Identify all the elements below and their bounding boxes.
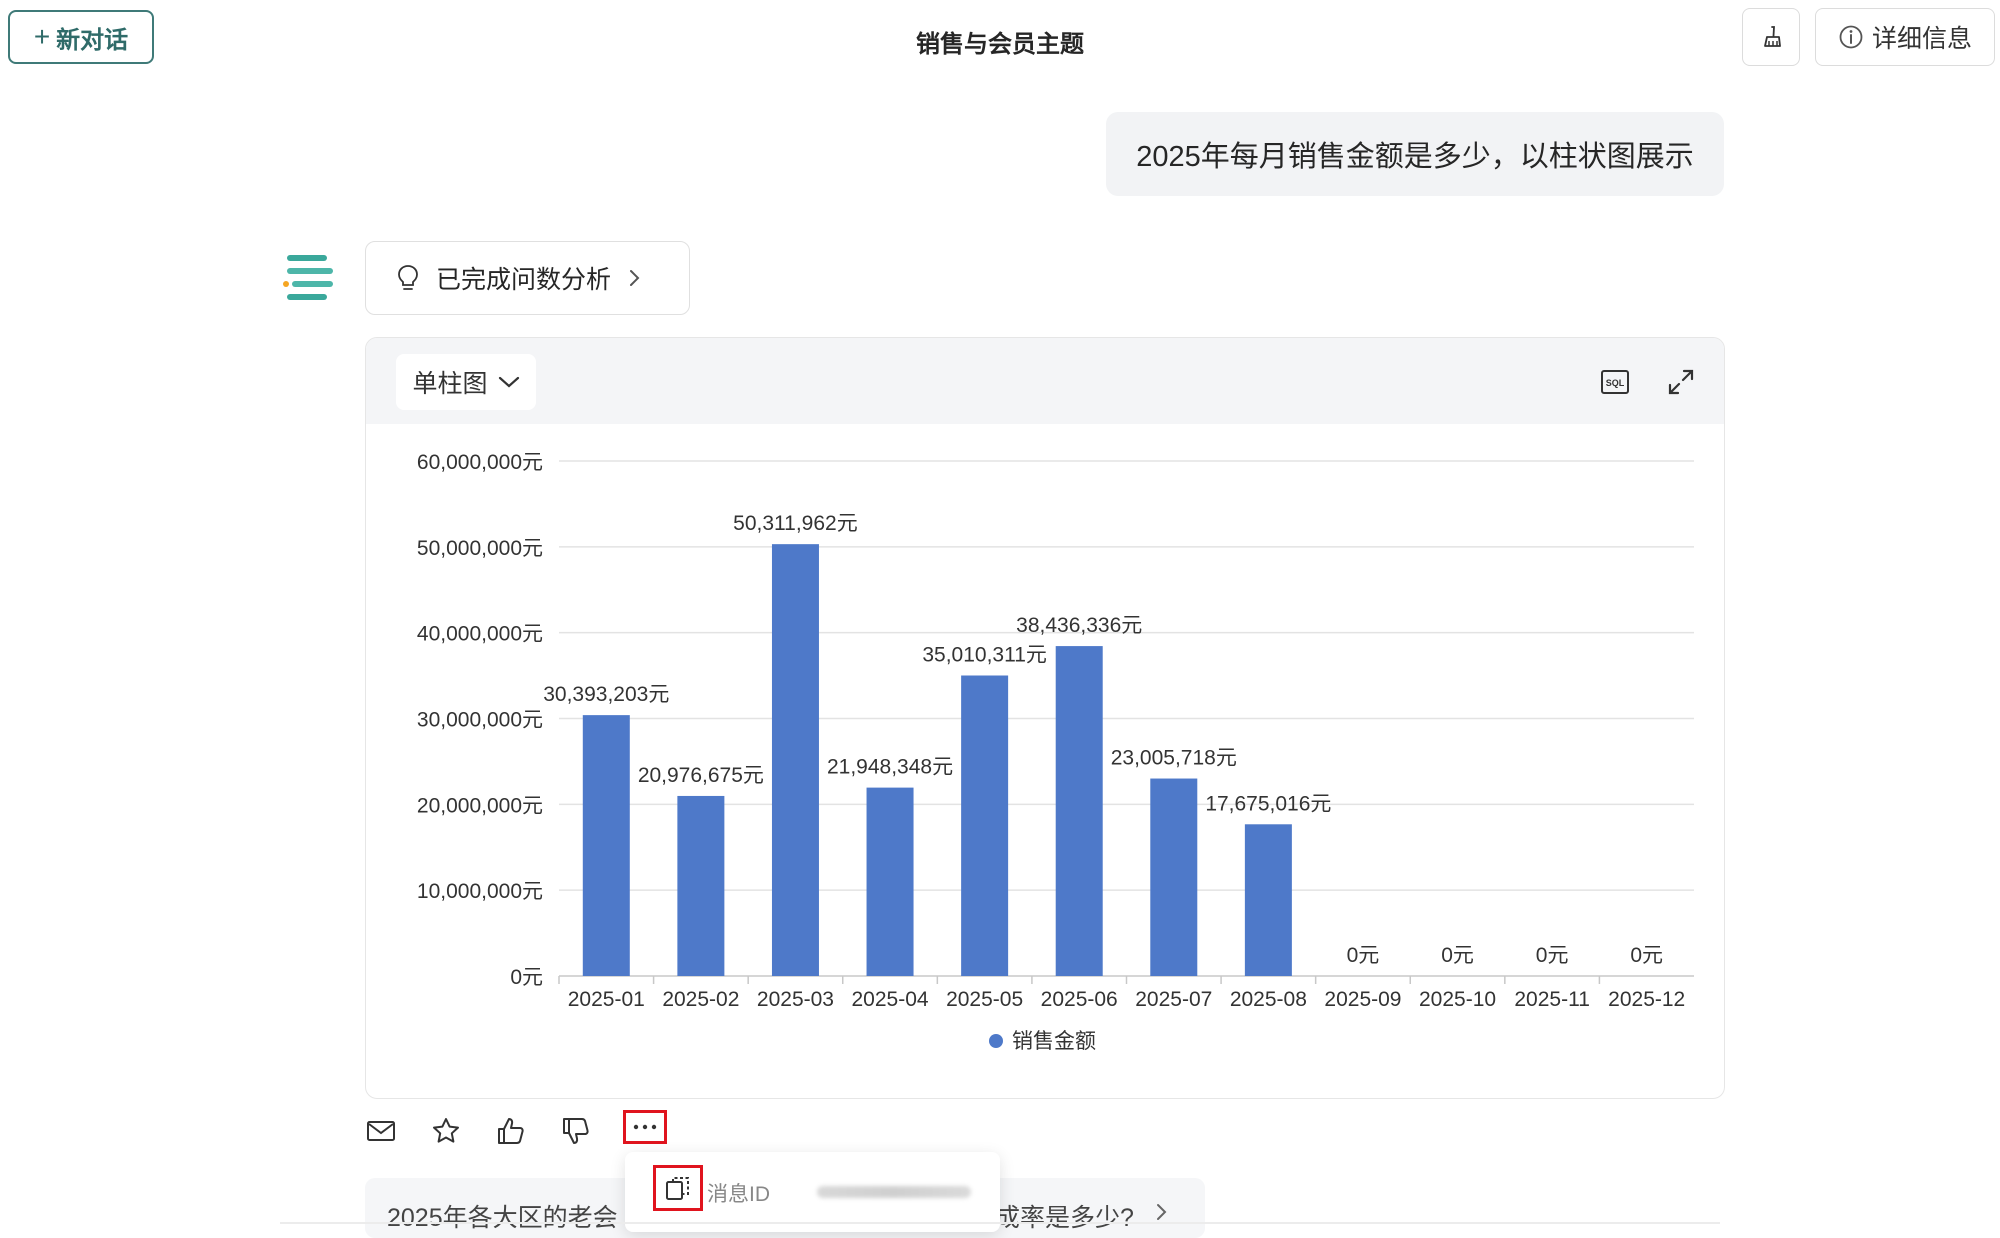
detail-info-button[interactable]: 详细信息: [1815, 8, 1995, 66]
copy-icon: [666, 1177, 689, 1200]
more-dots-icon: [633, 1124, 657, 1130]
input-area-top-border: [280, 1222, 1720, 1224]
bar: [1244, 824, 1292, 976]
broom-icon: [1764, 26, 1781, 47]
bar: [1055, 646, 1103, 976]
more-options-popup: 消息ID: [625, 1152, 1000, 1232]
message-id-label: 消息ID: [707, 1183, 770, 1206]
data-label: 50,311,962元: [733, 512, 858, 535]
thumbs-up-icon[interactable]: [493, 1113, 529, 1149]
chart-card: 单柱图 SQL 0元 10,000,000元 20,000,000元 30,000,0…: [365, 337, 1725, 1099]
lightbulb-icon: [398, 265, 418, 290]
page-title: 销售与会员主题: [916, 31, 1084, 58]
bar: [582, 715, 630, 976]
y-tick-label: 20,000,000元: [417, 794, 543, 817]
data-label: 0元: [1536, 944, 1569, 967]
x-tick-label: 2025-02: [662, 988, 739, 1011]
data-label: 30,393,203元: [543, 683, 669, 706]
data-label: 0元: [1441, 944, 1474, 967]
data-label: 0元: [1347, 944, 1380, 967]
analysis-status-label: 已完成问数分析: [436, 266, 612, 294]
x-tick-label: 2025-03: [757, 988, 834, 1011]
bar: [771, 544, 819, 976]
data-label: 20,976,675元: [638, 764, 764, 787]
x-tick-label: 2025-12: [1608, 988, 1685, 1011]
bar: [961, 675, 1009, 976]
bar: [677, 795, 725, 976]
star-icon[interactable]: [428, 1113, 464, 1149]
y-tick-label: 30,000,000元: [417, 709, 543, 732]
message-id-value-redacted: [817, 1186, 971, 1198]
x-tick-label: 2025-10: [1419, 988, 1496, 1011]
info-icon: [1839, 25, 1863, 49]
x-tick-label: 2025-05: [946, 988, 1023, 1011]
suggested-question-text-left: 2025年各大区的老会: [387, 1204, 618, 1232]
y-tick-label: 60,000,000元: [417, 451, 543, 474]
clear-button[interactable]: [1742, 8, 1800, 66]
y-tick-label: 40,000,000元: [417, 623, 543, 646]
legend-marker: [989, 1034, 1003, 1048]
chevron-right-icon: [630, 270, 640, 286]
data-label: 17,675,016元: [1205, 792, 1331, 815]
y-tick-label: 10,000,000元: [417, 880, 543, 903]
chevron-right-icon: [1157, 1204, 1167, 1220]
x-tick-label: 2025-08: [1230, 988, 1307, 1011]
email-icon[interactable]: [363, 1113, 399, 1149]
copy-button[interactable]: [653, 1165, 703, 1211]
x-tick-label: 2025-06: [1041, 988, 1118, 1011]
y-tick-label: 0元: [510, 966, 543, 989]
analysis-status-toggle[interactable]: 已完成问数分析: [365, 241, 690, 315]
x-tick-label: 2025-04: [852, 988, 929, 1011]
thumbs-down-icon[interactable]: [558, 1113, 594, 1149]
x-tick-label: 2025-01: [568, 988, 645, 1011]
x-tick-label: 2025-11: [1514, 988, 1590, 1011]
data-label: 38,436,336元: [1016, 614, 1142, 637]
data-label: 0元: [1630, 944, 1663, 967]
more-options-button[interactable]: [623, 1110, 667, 1144]
user-message: 2025年每月销售金额是多少，以柱状图展示: [1106, 112, 1724, 196]
data-label: 35,010,311元: [922, 643, 1047, 666]
bar-chart: 0元 10,000,000元 20,000,000元 30,000,000元 40,00…: [417, 451, 1694, 1053]
data-label: 23,005,718元: [1111, 747, 1237, 770]
y-tick-label: 50,000,000元: [417, 537, 543, 560]
detail-info-label: 详细信息: [1871, 25, 1972, 53]
data-label: 21,948,348元: [827, 756, 953, 779]
bar: [1150, 778, 1198, 976]
x-tick-label: 2025-07: [1135, 988, 1212, 1011]
assistant-logo: [283, 255, 333, 300]
bar: [866, 787, 914, 976]
suggested-question-text-right: 成率是多少?: [995, 1204, 1134, 1232]
x-tick-label: 2025-09: [1324, 988, 1401, 1011]
legend-label: 销售金额: [1012, 1030, 1096, 1053]
